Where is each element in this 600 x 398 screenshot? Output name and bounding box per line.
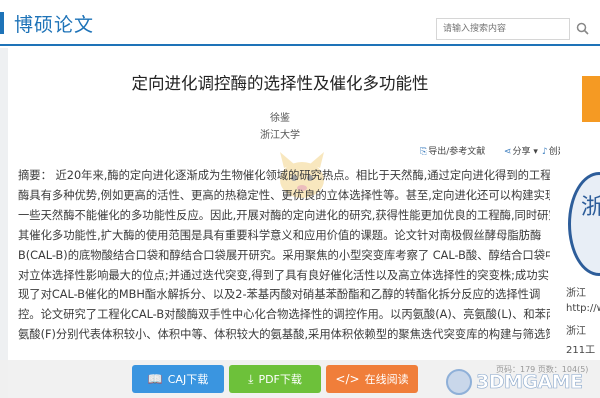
abstract-line: B(CAL-B)的底物酸结合口袋和醇结合口袋展开研究。采用聚焦的小型突变库考察了… [18,248,550,262]
paper-title: 定向进化调控酶的选择性及催化多功能性 [131,74,429,93]
export-icon: ⎘ [420,147,428,157]
pdf-icon: ⤓ [248,371,254,386]
online-read-label: 在线阅读 [364,373,409,386]
search-icon [576,22,589,35]
chevron-down-icon: ▾ [530,147,538,157]
export-reference-button[interactable]: ⎘导出/参考文献 [420,144,485,157]
watermark-logo-icon [446,369,472,395]
caj-download-label: CAJ下载 [167,373,209,386]
side-institution-name: 浙江 [566,288,586,299]
pdf-download-label: PDF下载 [258,373,302,386]
share-icon: ⋖ [504,147,512,157]
abstract-line: 氨酸(F)分别代表体积较小、体积中等、体积较大的氨基酸,采用体积依赖型的聚焦迭代… [18,328,550,342]
abstract-line: 现了对CAL-B催化的MBH酯水解拆分、以及2-苯基丙酸对硝基苯酚酯和乙醇的转酯… [18,288,541,302]
abstract-line: 控。论文研究了工程化CAL-B对酸酶双手性中心化合物选择性的调控作用。以丙氨酸(… [18,308,550,322]
abstract-line: 酶具有多种优势,例如更高的活性、更高的热稳定性、更优良的立体选择性等。甚至,定向… [18,188,550,202]
top-bar: 博硕论文 [0,0,600,46]
abstract-line: 摘要： 近20年来,酶的定向进化逐渐成为生物催化领域的研究热点。相比于天然酶,通… [18,169,550,182]
caj-download-button[interactable]: 📖 CAJ下载 [132,365,224,393]
abstract-line: 其催化多功能性,扩大酶的使用范围是具有重要科学意义和应用价值的课题。论文针对南极… [18,228,542,242]
bell-icon: ♪ [542,147,548,157]
abstract-line: 对立体选择性影响最大的位点;并通过迭代突变,得到了具有良好催化活性以及高立体选择… [18,268,549,282]
side-tab[interactable] [582,76,600,122]
side-location: 浙江 [566,326,586,337]
pdf-download-button[interactable]: ⤓ PDF下载 [229,365,321,393]
share-label: 分享 [512,147,531,157]
code-icon: </> [335,372,360,386]
title-accent-bar [0,12,4,34]
abstract: 摘要： 近20年来,酶的定向进化逐渐成为生物催化领域的研究热点。相比于天然酶,通… [18,166,550,345]
search-button[interactable] [570,18,596,40]
side-tag: 211工 [566,345,596,356]
abstract-line: 一些天然酶不能催化的多功能性反应。因此,开展对酶的定向进化的研究,获得性能更加优… [18,208,550,222]
3dmgame-watermark: 3DMGAME [446,366,583,398]
watermark-text: 3DMGAME [476,371,584,394]
left-gutter [0,48,8,398]
online-read-button[interactable]: </> 在线阅读 [326,365,418,393]
search-input[interactable] [436,18,570,40]
side-url-link[interactable]: http://www. [566,303,600,314]
institution-link[interactable]: 浙江大学 [0,126,560,141]
book-icon: 📖 [147,372,163,386]
site-title[interactable]: 博硕论文 [14,10,94,37]
export-label: 导出/参考文献 [428,147,486,157]
author-link[interactable]: 徐鉴 [0,109,560,124]
share-button[interactable]: ⋖分享 ▾ [504,144,538,157]
